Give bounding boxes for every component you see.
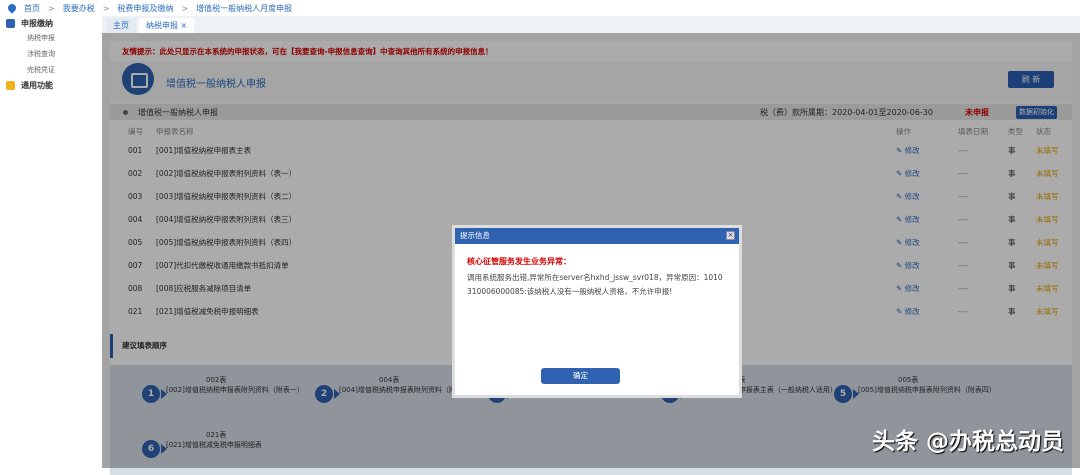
sidebar-item-certificate[interactable]: 完税凭证 [0, 62, 102, 78]
tab-declare[interactable]: 纳税申报 × [139, 18, 195, 33]
crumb-declare[interactable]: 税费申报及缴纳 [117, 3, 173, 14]
form-icon [6, 18, 15, 28]
breadcrumb: 首页 > 我要办税 > 税费申报及缴纳 > 增值税一般纳税人月度申报 [0, 0, 1080, 16]
watermark: 头条 @办税总动员 [871, 429, 1064, 455]
crumb-home[interactable]: 首页 [24, 3, 40, 14]
sidebar: 申报缴纳 纳税申报 涉税查询 完税凭证 通用功能 [0, 16, 102, 468]
close-icon[interactable]: × [726, 231, 735, 240]
crumb-current[interactable]: 增值税一般纳税人月度申报 [196, 3, 292, 14]
dialog-heading: 核心征管服务发生业务异常： [467, 257, 571, 266]
ok-button[interactable]: 确定 [541, 368, 620, 384]
dialog-title: 提示信息 [460, 231, 490, 240]
sidebar-item-query[interactable]: 涉税查询 [0, 46, 102, 62]
tab-bar: 主页 纳税申报 × [102, 16, 1080, 33]
crumb-tax[interactable]: 我要办税 [63, 3, 95, 14]
location-icon [6, 2, 18, 14]
sidebar-item-declare[interactable]: 纳税申报 [0, 30, 102, 46]
dialog-message: 调用系统服务出错,异常所在server名hxhd_jssw_svr018，异常原… [467, 273, 723, 296]
sidebar-group-declare[interactable]: 申报缴纳 [0, 16, 102, 30]
chat-icon [6, 80, 15, 90]
tab-home[interactable]: 主页 [106, 18, 136, 33]
alert-dialog: 提示信息 × 核心征管服务发生业务异常： 调用系统服务出错,异常所在server名… [452, 225, 742, 398]
sidebar-group-general[interactable]: 通用功能 [0, 78, 102, 92]
